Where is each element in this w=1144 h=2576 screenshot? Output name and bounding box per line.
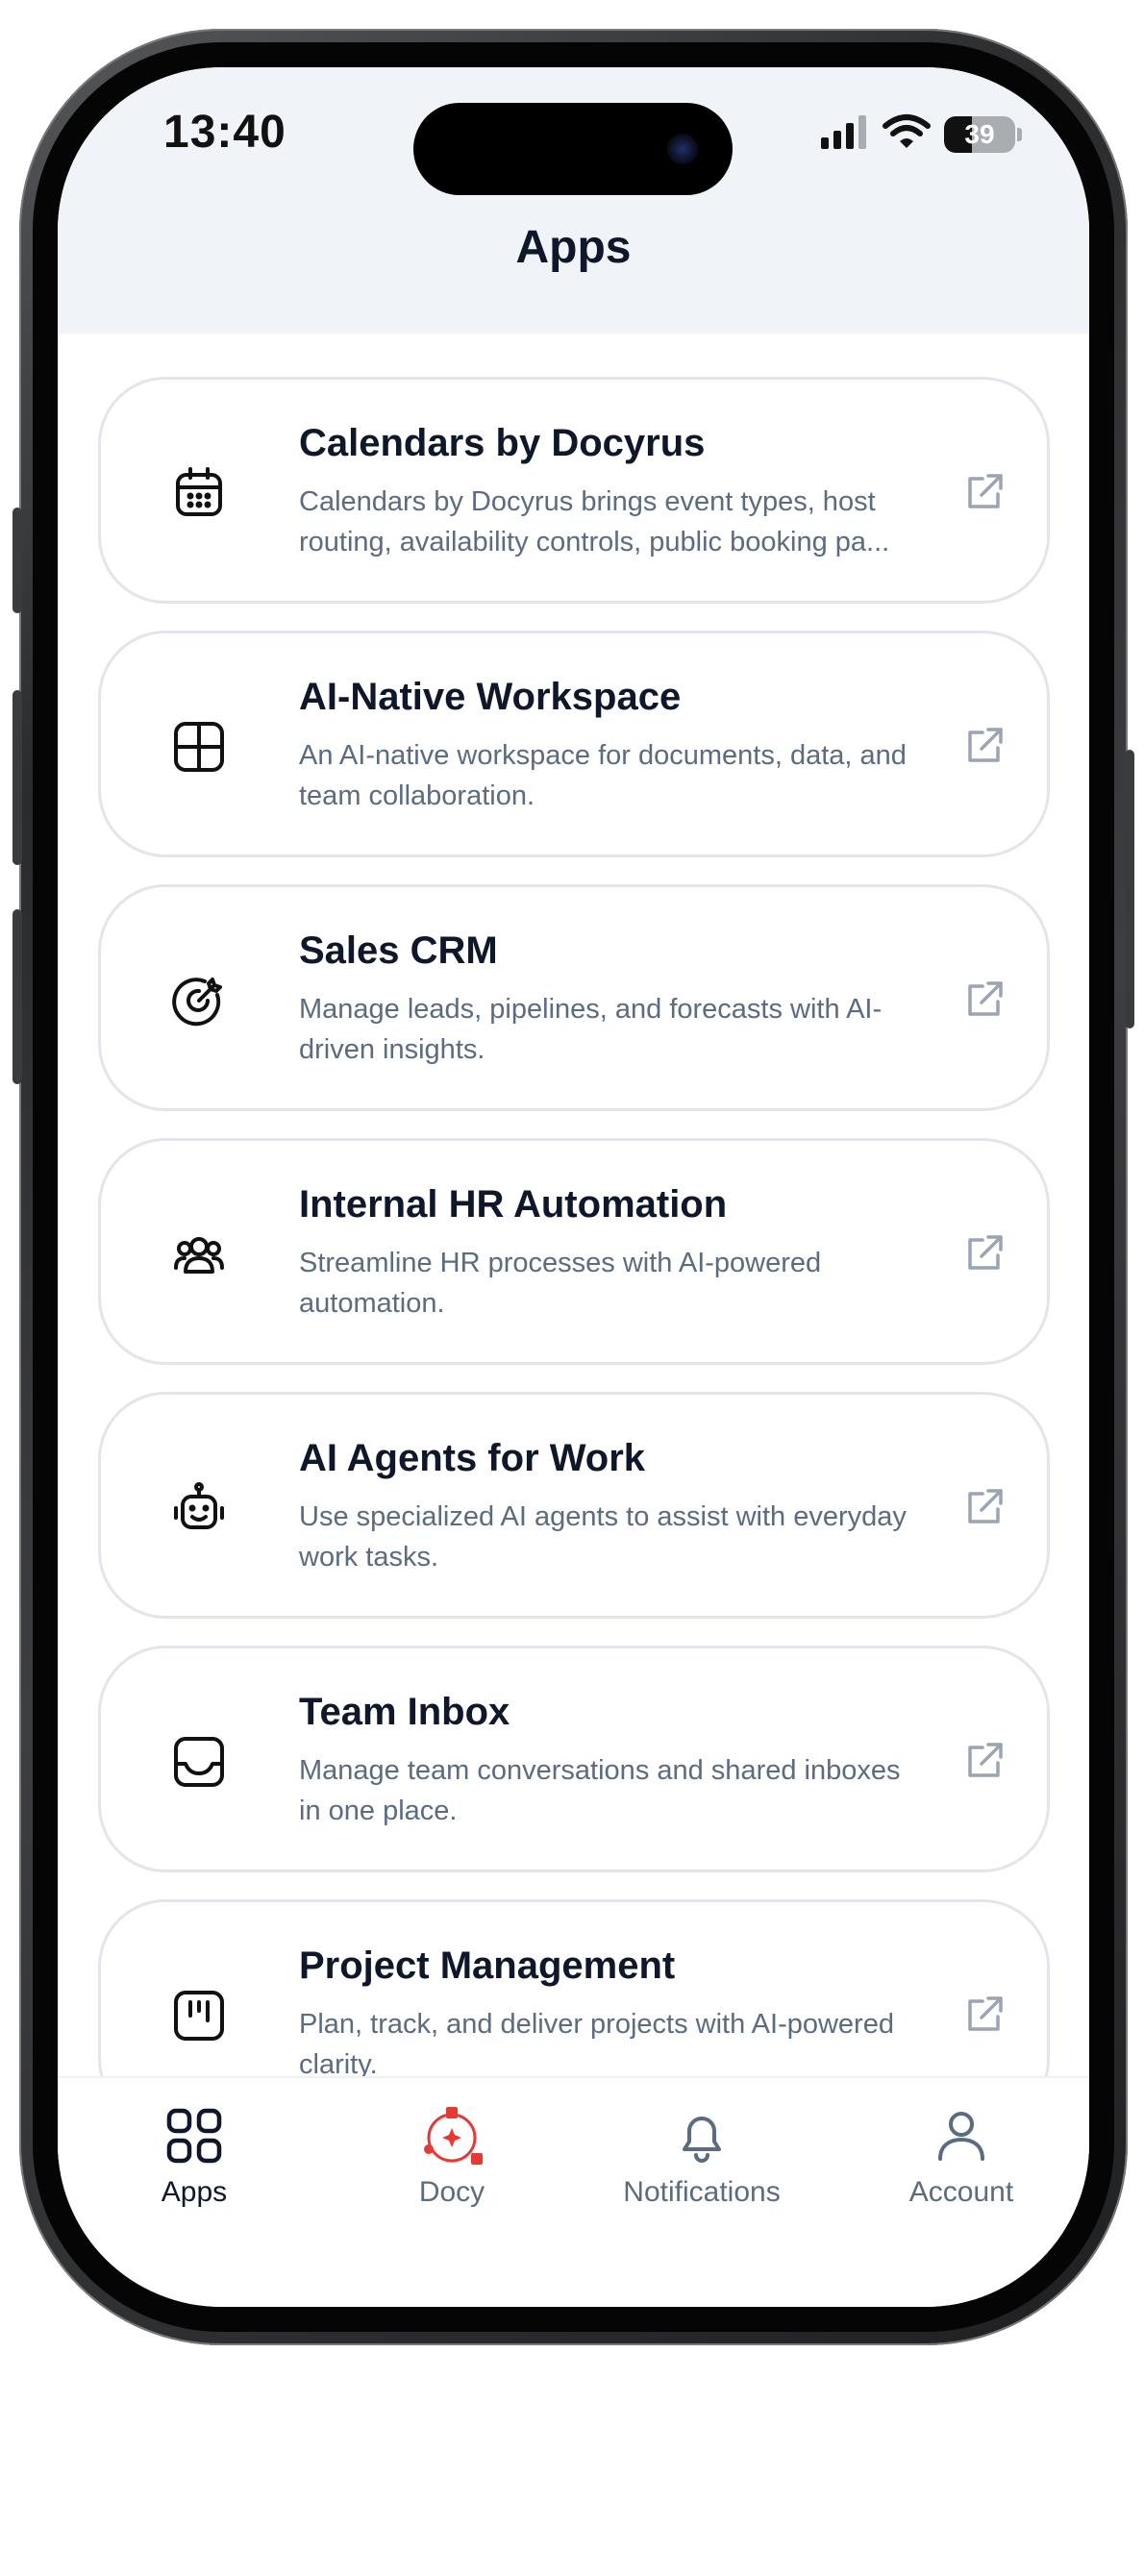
wifi-icon	[883, 113, 931, 155]
nav-item-account[interactable]: Account	[833, 2105, 1089, 2209]
app-title: Sales CRM	[299, 929, 498, 972]
user-icon	[931, 2105, 992, 2167]
signal-icon	[819, 114, 869, 154]
screen: 13:40 39 Apps Calendars by Docyrus Calen…	[58, 67, 1089, 2307]
users-icon	[170, 1226, 228, 1283]
app-description: Manage team conversations and shared inb…	[299, 1755, 901, 1826]
calendar-icon	[170, 464, 228, 522]
app-card-ai-native-workspace[interactable]: AI-Native Workspace An AI-native workspa…	[98, 631, 1050, 857]
target-icon	[170, 972, 228, 1029]
app-title: AI-Native Workspace	[299, 676, 682, 718]
app-title: AI Agents for Work	[299, 1437, 646, 1479]
battery-level: 39	[964, 118, 995, 149]
header: 13:40 39 Apps	[58, 67, 1089, 334]
external-link-icon[interactable]	[962, 1993, 1007, 2037]
action-button	[12, 508, 22, 613]
robot-icon	[170, 1479, 228, 1537]
bell-icon	[671, 2105, 733, 2167]
nav-item-notifications[interactable]: Notifications	[573, 2105, 831, 2209]
nav-label: Account	[908, 2176, 1014, 2208]
external-link-icon[interactable]	[962, 724, 1007, 768]
external-link-icon[interactable]	[962, 1739, 1007, 1783]
power-button	[1125, 750, 1134, 1028]
bottom-nav: Apps Docy Notifications Account	[58, 2076, 1089, 2307]
external-link-icon[interactable]	[962, 1231, 1007, 1276]
app-card-sales-crm[interactable]: Sales CRM Manage leads, pipelines, and f…	[98, 884, 1050, 1111]
volume-down-button	[12, 909, 22, 1084]
external-link-icon[interactable]	[962, 470, 1007, 514]
inbox-icon	[170, 1733, 228, 1791]
app-description: Streamline HR processes with AI-powered …	[299, 1248, 822, 1319]
app-description: Manage leads, pipelines, and forecasts w…	[299, 994, 883, 1065]
battery-tip	[1017, 127, 1022, 141]
kanban-icon	[170, 1987, 228, 2044]
volume-up-button	[12, 690, 22, 865]
app-card-internal-hr-automation[interactable]: Internal HR Automation Streamline HR pro…	[98, 1138, 1050, 1365]
app-title: Calendars by Docyrus	[299, 422, 706, 464]
status-time: 13:40	[163, 107, 286, 158]
app-card-ai-agents-for-work[interactable]: AI Agents for Work Use specialized AI ag…	[98, 1392, 1050, 1619]
app-description: Calendars by Docyrus brings event types,…	[299, 486, 890, 557]
status-icons: 39	[819, 113, 1022, 155]
app-title: Project Management	[299, 1944, 676, 1987]
docy-logo-icon	[421, 2105, 483, 2167]
nav-label: Apps	[161, 2176, 228, 2208]
battery-icon: 39	[944, 115, 1015, 153]
nav-label: Docy	[418, 2176, 485, 2208]
app-description: An AI-native workspace for documents, da…	[299, 740, 907, 811]
dynamic-island	[413, 103, 733, 195]
layout-grid-icon	[170, 718, 228, 776]
app-title: Internal HR Automation	[299, 1183, 728, 1226]
app-card-team-inbox[interactable]: Team Inbox Manage team conversations and…	[98, 1646, 1050, 1872]
app-description: Use specialized AI agents to assist with…	[299, 1501, 907, 1573]
app-description: Plan, track, and deliver projects with A…	[299, 2009, 894, 2080]
nav-item-apps[interactable]: Apps	[65, 2105, 323, 2209]
app-list: Calendars by Docyrus Calendars by Docyru…	[98, 377, 1050, 2153]
page-title: Apps	[515, 222, 632, 273]
camera-icon	[667, 134, 698, 164]
external-link-icon[interactable]	[962, 1485, 1007, 1529]
apps-grid-icon	[163, 2105, 225, 2167]
external-link-icon[interactable]	[962, 978, 1007, 1022]
app-title: Team Inbox	[299, 1691, 510, 1733]
nav-label: Notifications	[623, 2176, 781, 2208]
app-card-calendars[interactable]: Calendars by Docyrus Calendars by Docyru…	[98, 377, 1050, 604]
nav-item-docy[interactable]: Docy	[323, 2105, 581, 2209]
